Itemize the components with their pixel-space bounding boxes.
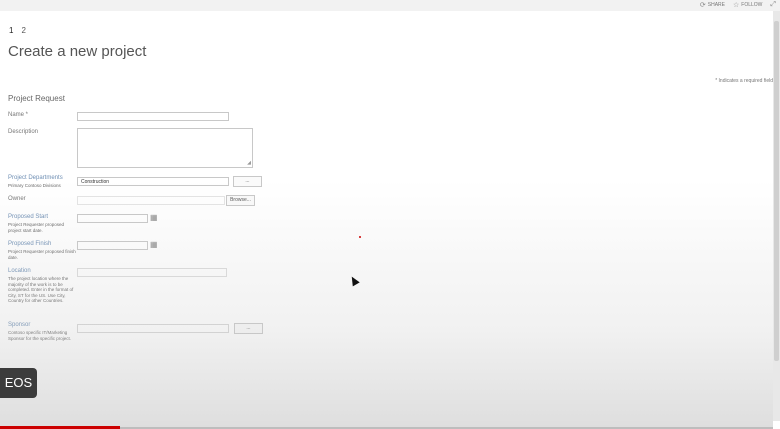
name-input[interactable] bbox=[77, 112, 229, 121]
focus-button[interactable]: ⤢ bbox=[770, 1, 776, 9]
location-input[interactable] bbox=[77, 268, 227, 277]
fullscreen-icon: ⤢ bbox=[770, 1, 776, 8]
owner-input[interactable] bbox=[77, 196, 225, 205]
sponsor-input[interactable] bbox=[77, 324, 229, 333]
browse-button[interactable]: Browse... bbox=[226, 195, 255, 206]
proposed-start-label: Proposed Start bbox=[8, 214, 49, 220]
calendar-icon[interactable]: ▦ bbox=[150, 240, 158, 249]
channel-badge[interactable]: EOS bbox=[0, 368, 37, 398]
step-1[interactable]: 1 bbox=[9, 26, 13, 35]
proposed-finish-label: Proposed Finish bbox=[8, 241, 52, 247]
calendar-icon[interactable]: ▦ bbox=[150, 213, 158, 222]
mouse-cursor-icon bbox=[348, 274, 360, 287]
step-indicator: 1 2 bbox=[9, 26, 26, 35]
topbar-actions: ⟳ SHARE ☆ FOLLOW ⤢ bbox=[700, 1, 776, 9]
vertical-scrollbar[interactable] bbox=[773, 11, 780, 421]
share-label: SHARE bbox=[707, 2, 725, 8]
top-bar: ⟳ SHARE ☆ FOLLOW ⤢ bbox=[0, 0, 780, 11]
location-desc: The project location where the majority … bbox=[8, 276, 74, 303]
follow-button[interactable]: ☆ FOLLOW bbox=[733, 1, 762, 9]
follow-label: FOLLOW bbox=[741, 2, 763, 8]
proposed-start-input[interactable] bbox=[77, 214, 148, 223]
proposed-start-desc: Project Requester proposed project start… bbox=[8, 222, 65, 233]
star-icon: ☆ bbox=[732, 2, 740, 9]
sponsor-picker-button[interactable]: ... bbox=[234, 323, 263, 334]
step-2[interactable]: 2 bbox=[21, 26, 25, 35]
proposed-finish-input[interactable] bbox=[77, 241, 148, 250]
sponsor-desc: Contoso specific IT/Marketing Sponsor fo… bbox=[8, 330, 72, 341]
proposed-finish-desc: Project Requester proposed finish date. bbox=[8, 249, 76, 260]
pointer-dot bbox=[359, 236, 361, 238]
share-icon: ⟳ bbox=[699, 2, 706, 9]
scrollbar-thumb[interactable] bbox=[774, 21, 779, 361]
description-textarea[interactable]: ◢ bbox=[77, 128, 253, 168]
sponsor-label: Sponsor bbox=[8, 322, 31, 328]
required-note: * Indicates a required field bbox=[715, 78, 773, 84]
description-label: Description bbox=[8, 129, 39, 135]
section-title: Project Request bbox=[8, 94, 65, 103]
share-button[interactable]: ⟳ SHARE bbox=[700, 1, 725, 9]
departments-picker-button[interactable]: ... bbox=[233, 176, 262, 187]
page-title: Create a new project bbox=[8, 43, 147, 60]
departments-desc: Primary Contoso Divisions bbox=[8, 183, 61, 188]
departments-input[interactable]: Construction bbox=[77, 177, 229, 186]
resize-grip-icon[interactable]: ◢ bbox=[247, 160, 251, 166]
location-label: Location bbox=[8, 268, 31, 274]
owner-label: Owner bbox=[8, 196, 26, 202]
name-label: Name * bbox=[8, 112, 29, 118]
departments-label: Project Departments bbox=[8, 175, 63, 181]
